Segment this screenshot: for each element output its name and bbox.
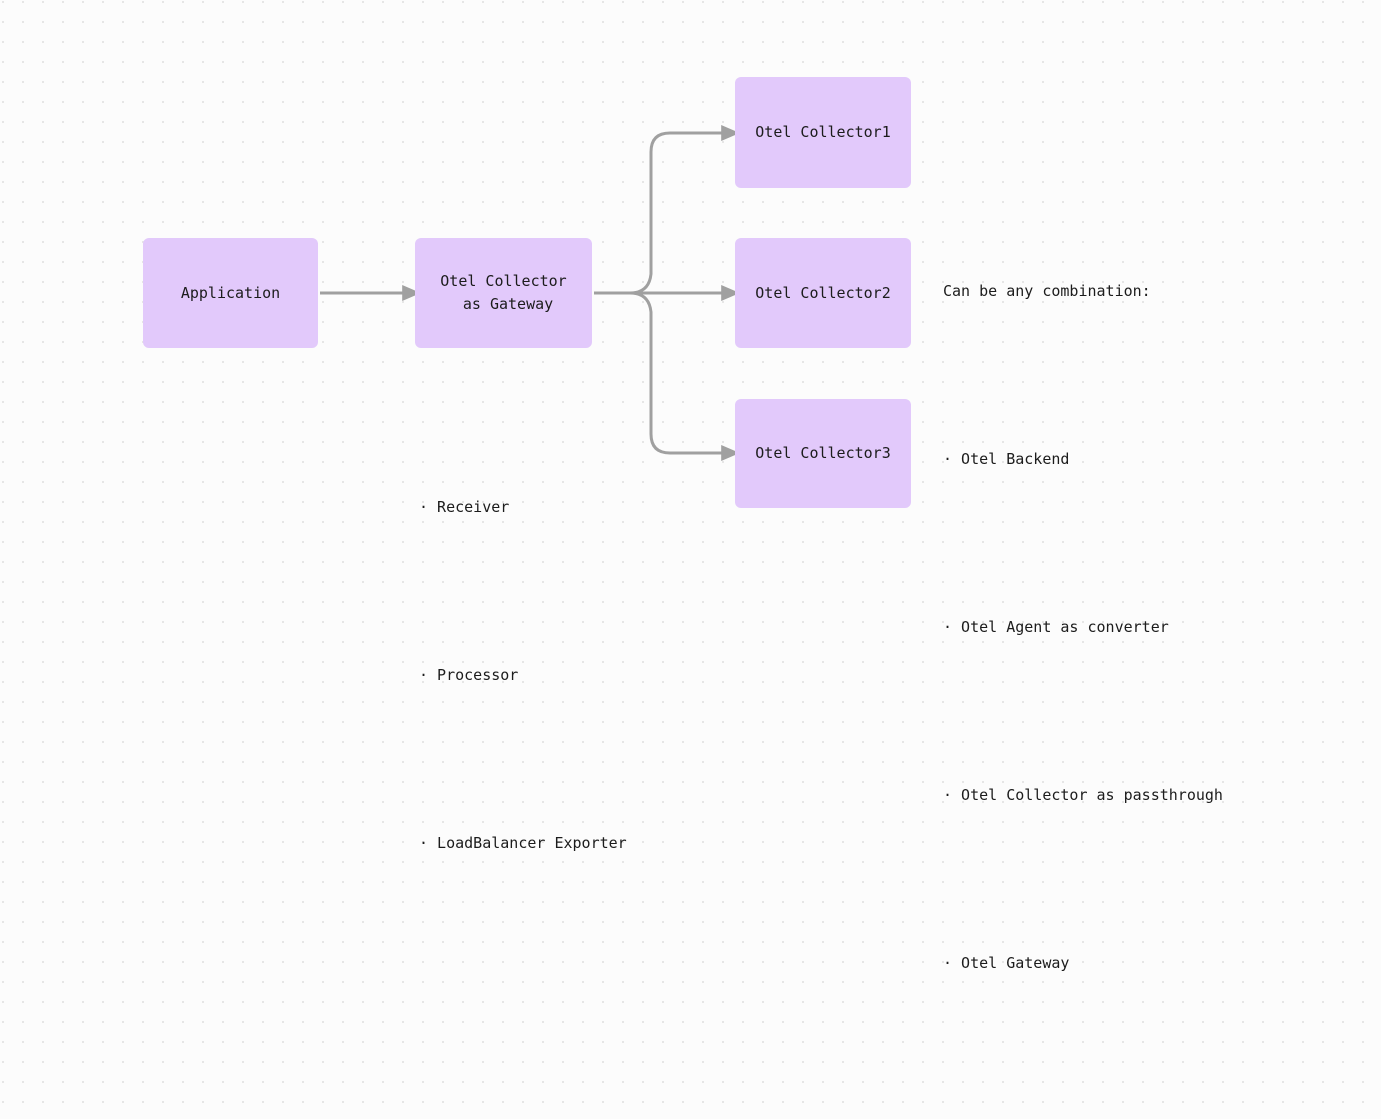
gateway-feature-item: · Receiver (419, 447, 627, 567)
combination-item-otel-gateway: · Otel Gateway (943, 954, 1070, 972)
combination-note: Can be any combination: · Otel Backend ·… (943, 231, 1223, 1119)
combination-item-otel-agent-as-converter: · Otel Agent as converter (943, 618, 1169, 636)
edge-gateway-to-collector1 (594, 125, 740, 295)
node-gateway[interactable]: Otel Collector as Gateway (415, 238, 592, 348)
node-application-label: Application (180, 283, 281, 302)
combination-note-item: · Otel Gateway (943, 903, 1223, 1023)
gateway-features-items: · Receiver · Processor · LoadBalancer Ex… (419, 399, 627, 951)
combination-note-item: · Otel Collector as passthrough (943, 735, 1223, 855)
gateway-feature-receiver: · Receiver (419, 498, 510, 516)
node-application[interactable]: Application (143, 238, 318, 348)
diagram-canvas: Application Otel Collector as Gateway Ot… (0, 0, 1381, 972)
node-collector1-label: Otel Collector1 (755, 123, 891, 141)
combination-note-item: · Otel Backend (943, 399, 1223, 519)
combination-item-otel-collector-as-passthrough: · Otel Collector as passthrough (943, 786, 1223, 804)
combination-item-otel-backend: · Otel Backend (943, 450, 1070, 468)
gateway-feature-processor: · Processor (419, 666, 519, 684)
combination-note-item: · Otel Agent as converter (943, 567, 1223, 687)
gateway-feature-item: · Processor (419, 615, 627, 735)
node-collector2-label: Otel Collector2 (755, 283, 891, 302)
gateway-feature-loadbalancer-exporter: · LoadBalancer Exporter (419, 834, 627, 852)
combination-note-title: Can be any combination: (943, 282, 1151, 300)
node-collector2[interactable]: Otel Collector2 (735, 238, 911, 348)
node-collector3-label: Otel Collector3 (755, 444, 891, 462)
gateway-features-list: · Receiver · Processor · LoadBalancer Ex… (419, 351, 627, 999)
node-collector1[interactable]: Otel Collector1 (735, 77, 911, 188)
combination-note-items: · Otel Backend · Otel Agent as converter… (943, 351, 1223, 1071)
gateway-feature-item: · LoadBalancer Exporter (419, 783, 627, 903)
node-collector3[interactable]: Otel Collector3 (735, 399, 911, 508)
node-gateway-label: Otel Collector as Gateway (440, 272, 567, 313)
